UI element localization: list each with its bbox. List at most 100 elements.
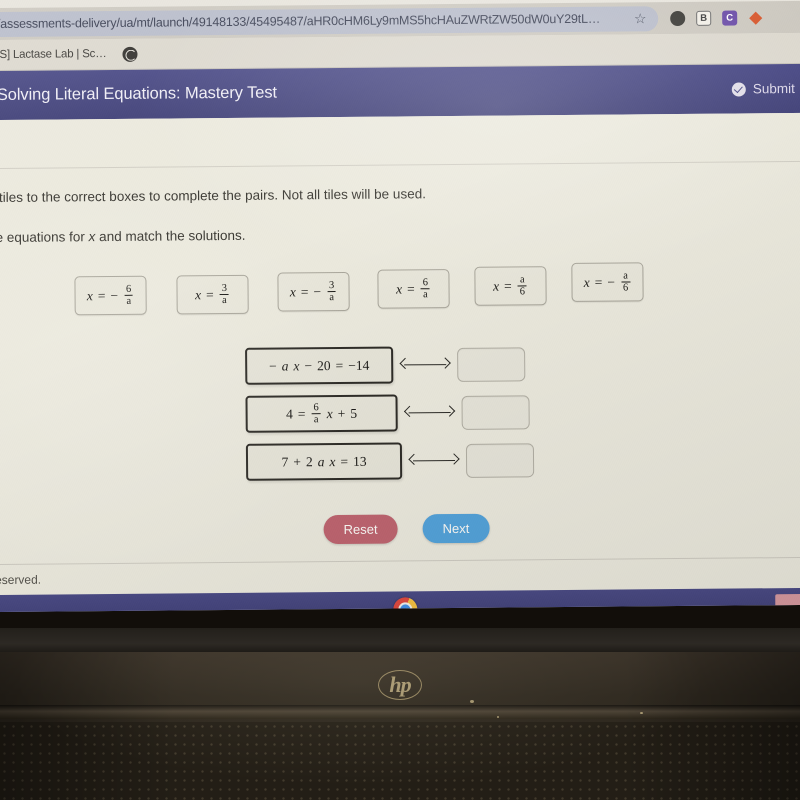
fraction-denominator: a (421, 288, 430, 301)
tile-expression: x = a 6 (493, 274, 528, 298)
laptop-hinge (0, 705, 800, 719)
url-text: n/assessments-delivery/ua/mt/launch/4914… (0, 11, 601, 32)
math-operator: = (594, 274, 603, 290)
page-title: Solving Literal Equations: Mastery Test (0, 83, 278, 104)
math-variable: x (583, 274, 590, 290)
extension-tray: B C ◆ (670, 9, 763, 26)
fraction-denominator: 6 (517, 285, 528, 298)
footer-divider (0, 556, 800, 565)
math-variable: x (326, 405, 333, 421)
arrow-part (399, 357, 411, 370)
next-button[interactable]: Next (422, 513, 490, 544)
answer-tile[interactable]: x = − a 6 (571, 262, 644, 302)
globe-icon[interactable] (122, 46, 138, 62)
fraction: 3a (220, 283, 229, 307)
extension-orange-icon[interactable]: ◆ (748, 9, 763, 26)
submit-button[interactable]: Submit (731, 81, 797, 97)
math-variable: a (281, 357, 289, 374)
answer-tile[interactable]: x = 3 a (176, 274, 249, 315)
fraction-denominator: a (311, 413, 321, 426)
math-sign: − (313, 283, 322, 299)
extension-c-icon[interactable]: C (722, 10, 738, 26)
match-pair-list: − a x −20 = −14 4 = 6 a x +5 7 +2 a x = 13 (245, 345, 556, 492)
math-operator: − (304, 357, 313, 373)
math-operator: + (337, 405, 346, 421)
hp-logo: hp (378, 670, 422, 700)
match-pair-row: 7 +2 a x = 13 (245, 441, 556, 481)
answer-tile[interactable]: x = −3 a (277, 271, 350, 312)
address-bar[interactable]: n/assessments-delivery/ua/mt/launch/4914… (0, 5, 659, 37)
math-operator: = (206, 286, 214, 302)
laptop-photo: n/assessments-delivery/ua/mt/launch/4914… (0, 0, 800, 800)
assessment-header: Solving Literal Equations: Mastery Test … (0, 63, 800, 120)
tile-expression: x = 6 a (396, 277, 431, 301)
bookmark-star-icon[interactable]: ☆ (632, 10, 648, 27)
math-sign: − (110, 287, 119, 303)
instruction-line-1: e tiles to the correct boxes to complete… (0, 186, 426, 206)
answer-dropzone[interactable] (457, 346, 526, 382)
extension-b-icon[interactable]: B (696, 10, 712, 26)
math-variable: x (493, 278, 500, 294)
copyright-text: reserved. (0, 572, 42, 588)
math-variable: a (317, 453, 325, 469)
double-arrow-icon (402, 405, 458, 419)
arrow-part (448, 453, 460, 465)
equation-expression: 4 = 6 a x +5 (286, 402, 357, 426)
reset-button[interactable]: Reset (323, 514, 398, 545)
equation-box: 4 = 6 a x +5 (245, 394, 398, 433)
math-operator: = (97, 287, 106, 303)
math-number: 5 (350, 405, 358, 421)
bookmark-item-lactase-lab[interactable]: [S] Lactase Lab | Sc… (0, 48, 107, 61)
taskbar-status-tile[interactable] (775, 593, 800, 612)
equation-box: 7 +2 a x = 13 (245, 442, 403, 481)
content-divider (0, 160, 800, 169)
fraction-numerator: 6 (313, 401, 319, 413)
speaker-grille (0, 722, 800, 800)
submit-label: Submit (752, 81, 795, 97)
check-circle-icon (731, 81, 746, 97)
answer-tile[interactable]: x = a 6 (474, 266, 547, 306)
match-pair-row: 4 = 6 a x +5 (245, 393, 555, 433)
instruction-line-2-pre: he equations for (0, 229, 85, 246)
instruction-line-2: he equations for x and match the solutio… (0, 228, 246, 245)
fraction-denominator: 6 (620, 281, 631, 294)
math-number: 4 (286, 405, 293, 421)
math-operator: = (297, 405, 306, 421)
screen-bezel (0, 628, 800, 654)
fraction-denominator: a (220, 293, 229, 307)
answer-dropzone[interactable] (465, 442, 535, 478)
extension-dark-icon[interactable] (670, 10, 686, 26)
tile-expression: x = 3 a (195, 283, 230, 307)
math-sign: − (607, 274, 616, 290)
math-operator: + (293, 453, 301, 469)
math-number: −14 (348, 357, 370, 373)
chrome-icon[interactable] (393, 597, 418, 612)
fraction: 3a (327, 280, 337, 304)
fraction-numerator: a (519, 274, 525, 286)
laptop-screen: n/assessments-delivery/ua/mt/launch/4914… (0, 0, 800, 612)
math-number: 20 (317, 357, 331, 373)
double-arrow-icon (397, 357, 453, 372)
assessment-content: e tiles to the correct boxes to complete… (0, 112, 800, 595)
fraction: a6 (620, 270, 631, 294)
math-operator: = (407, 280, 415, 296)
arrow-part (443, 405, 456, 417)
math-operator: = (335, 357, 344, 373)
answer-tile[interactable]: x = −6 a (74, 275, 147, 316)
math-variable: x (396, 280, 403, 297)
instruction-line-2-post: and match the solutions. (95, 227, 246, 245)
math-operator: = (300, 283, 309, 299)
answer-dropzone[interactable] (461, 394, 530, 430)
math-number: 7 (281, 453, 289, 470)
math-operator: = (340, 453, 349, 469)
math-variable: x (329, 453, 336, 469)
math-operator: = (504, 277, 512, 294)
equation-box: − a x −20 = −14 (245, 346, 394, 385)
fraction: 6a (421, 277, 430, 301)
fraction-numerator: 3 (221, 282, 228, 294)
answer-tile[interactable]: x = 6 a (377, 269, 450, 309)
dust-speck (640, 712, 643, 714)
fraction-numerator: 6 (125, 283, 132, 295)
math-number: 13 (352, 453, 367, 469)
arrow-part (403, 405, 416, 418)
